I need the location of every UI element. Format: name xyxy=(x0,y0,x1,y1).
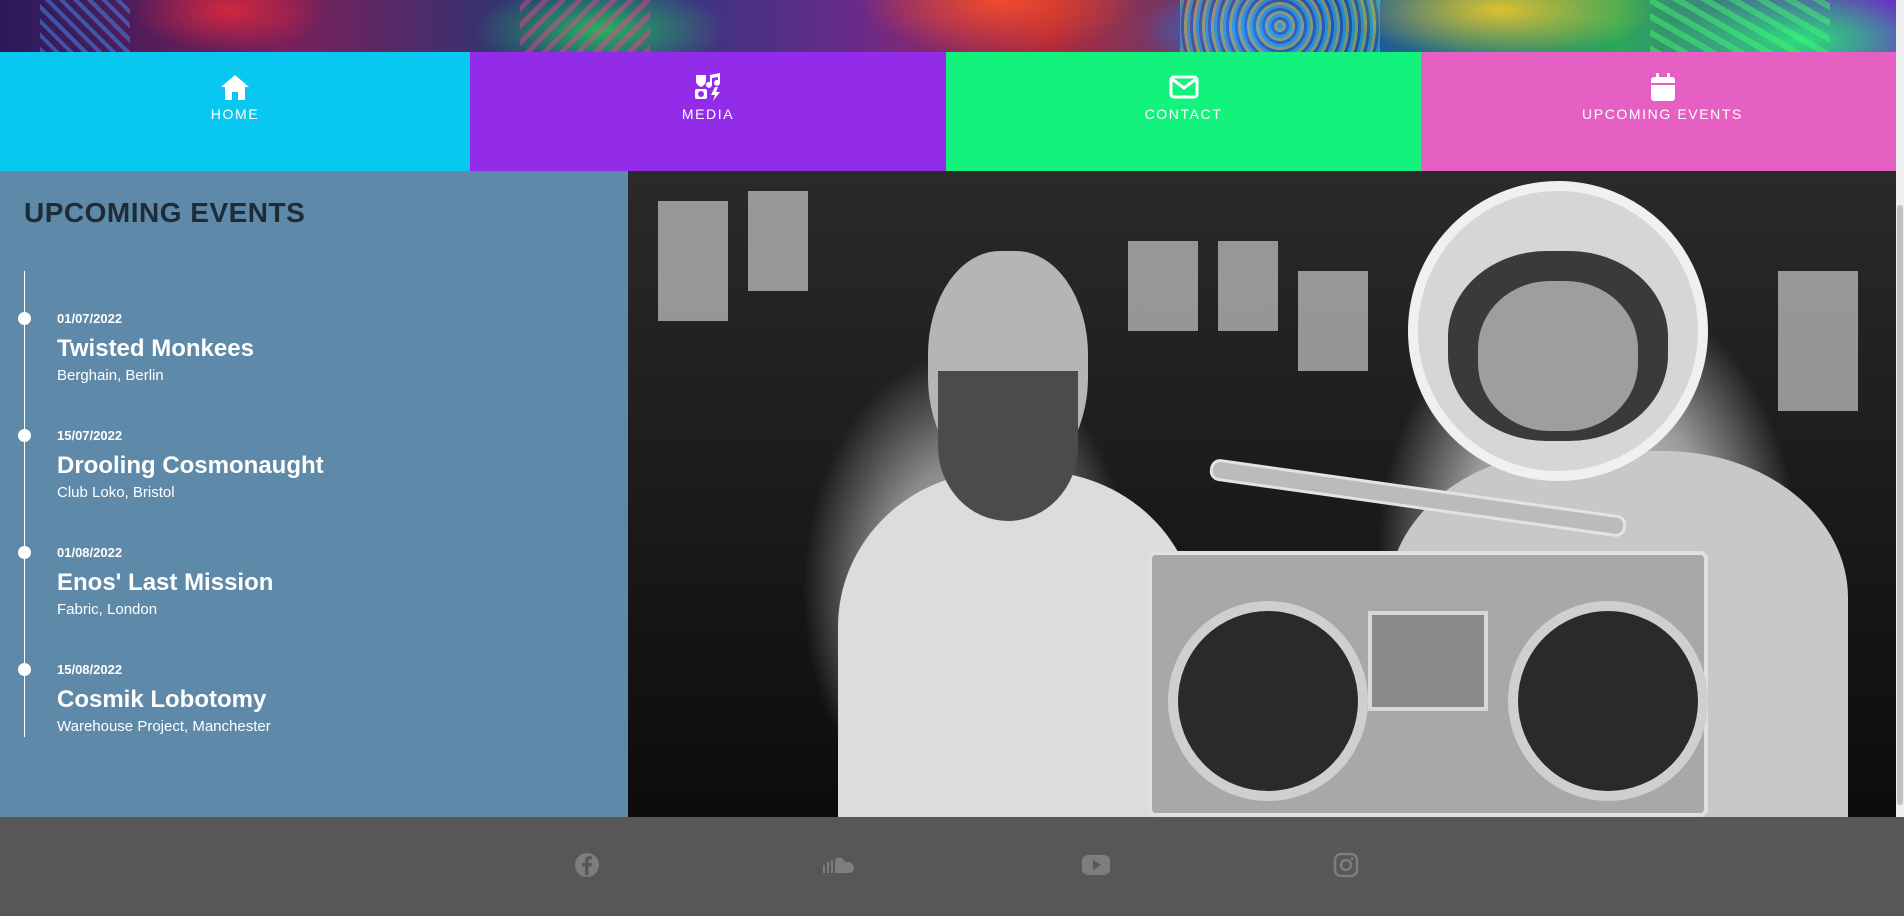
event-name: Twisted Monkees xyxy=(57,335,254,362)
facebook-icon xyxy=(574,852,600,883)
instagram-icon xyxy=(1333,852,1359,883)
nav-home[interactable]: HOME xyxy=(0,52,470,171)
main-nav: HOME MEDIA CONTACT UPCOMING EVENTS xyxy=(0,52,1904,171)
instagram-link[interactable] xyxy=(1332,852,1360,883)
event-name: Drooling Cosmonaught xyxy=(57,452,324,479)
scrollbar-thumb[interactable] xyxy=(1897,205,1903,805)
event-date: 01/07/2022 xyxy=(57,311,123,326)
nav-media-label: MEDIA xyxy=(681,106,735,122)
soundcloud-link[interactable] xyxy=(822,853,856,881)
event-item[interactable]: 15/07/2022 Drooling Cosmonaught Club Lok… xyxy=(0,418,600,518)
event-name: Cosmik Lobotomy xyxy=(57,686,267,713)
nav-contact-label: CONTACT xyxy=(1144,106,1223,122)
timeline-dot xyxy=(18,312,31,325)
event-date: 15/07/2022 xyxy=(57,428,123,443)
envelope-icon xyxy=(1169,72,1199,102)
calendar-icon xyxy=(1648,72,1678,102)
event-item[interactable]: 01/08/2022 Enos' Last Mission Fabric, Lo… xyxy=(0,535,600,635)
event-name: Enos' Last Mission xyxy=(57,569,274,596)
event-venue: Club Loko, Bristol xyxy=(57,484,175,501)
events-sidebar: UPCOMING EVENTS 01/07/2022 Twisted Monke… xyxy=(0,171,628,817)
nav-contact[interactable]: CONTACT xyxy=(946,52,1421,171)
hero-photo xyxy=(628,171,1896,817)
header-banner xyxy=(0,0,1904,52)
nav-upcoming-events-label: UPCOMING EVENTS xyxy=(1582,106,1743,122)
timeline-dot xyxy=(18,429,31,442)
event-date: 15/08/2022 xyxy=(57,662,123,677)
nav-media[interactable]: MEDIA xyxy=(470,52,946,171)
event-venue: Berghain, Berlin xyxy=(57,367,164,384)
facebook-link[interactable] xyxy=(573,852,601,883)
events-heading: UPCOMING EVENTS xyxy=(24,197,306,228)
youtube-icon xyxy=(1081,854,1111,881)
nav-home-label: HOME xyxy=(210,106,260,122)
event-item[interactable]: 15/08/2022 Cosmik Lobotomy Warehouse Pro… xyxy=(0,652,600,752)
event-date: 01/08/2022 xyxy=(57,545,123,560)
home-icon xyxy=(220,72,250,102)
media-icon xyxy=(693,72,723,102)
footer xyxy=(0,817,1904,916)
event-venue: Fabric, London xyxy=(57,601,158,618)
event-venue: Warehouse Project, Manchester xyxy=(57,718,271,735)
timeline-dot xyxy=(18,663,31,676)
event-item[interactable]: 01/07/2022 Twisted Monkees Berghain, Ber… xyxy=(0,301,600,401)
youtube-link[interactable] xyxy=(1081,853,1111,881)
soundcloud-icon xyxy=(822,856,856,879)
timeline-dot xyxy=(18,546,31,559)
nav-upcoming-events[interactable]: UPCOMING EVENTS xyxy=(1421,52,1904,171)
